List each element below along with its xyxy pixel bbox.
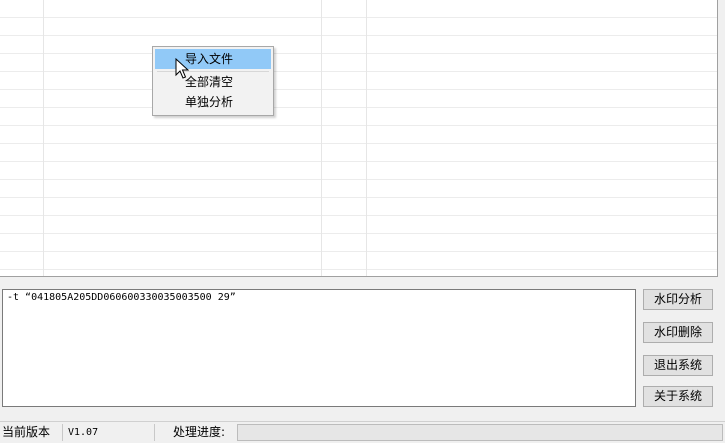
grid-edge: [718, 0, 725, 276]
grid-row[interactable]: [0, 180, 717, 198]
exit-system-button[interactable]: 退出系统: [643, 355, 713, 376]
menu-item-clear-all[interactable]: 全部清空: [155, 72, 271, 92]
watermark-delete-button[interactable]: 水印删除: [643, 322, 713, 343]
grid-row[interactable]: [0, 36, 717, 54]
grid-row[interactable]: [0, 0, 717, 18]
status-divider: [62, 424, 63, 441]
menu-item-import-file[interactable]: 导入文件: [155, 49, 271, 69]
about-system-button[interactable]: 关于系统: [643, 386, 713, 407]
grid-row[interactable]: [0, 216, 717, 234]
grid-column-divider: [43, 0, 44, 276]
grid-rows: [0, 0, 717, 276]
grid-column-divider: [366, 0, 367, 276]
grid-row[interactable]: [0, 90, 717, 108]
grid-row[interactable]: [0, 252, 717, 270]
menu-item-single-analyze[interactable]: 单独分析: [155, 92, 271, 112]
version-label: 当前版本: [2, 425, 51, 439]
context-menu: 导入文件 全部清空 单独分析: [152, 46, 274, 116]
grid-column-divider: [321, 0, 322, 276]
grid-row[interactable]: [0, 270, 717, 276]
app-window: 导入文件 全部清空 单独分析 -t “041805A205DD060600330…: [0, 0, 725, 443]
version-value: V1.07: [68, 427, 99, 438]
grid-row[interactable]: [0, 234, 717, 252]
grid-row[interactable]: [0, 144, 717, 162]
command-text-area[interactable]: -t “041805A205DD060600330035003500 29”: [2, 289, 636, 407]
progress-bar: [237, 424, 723, 441]
grid-row[interactable]: [0, 72, 717, 90]
grid-row[interactable]: [0, 162, 717, 180]
watermark-analyze-button[interactable]: 水印分析: [643, 289, 713, 310]
grid-row[interactable]: [0, 54, 717, 72]
grid-row[interactable]: [0, 126, 717, 144]
mouse-cursor-icon: [175, 58, 189, 79]
grid-row[interactable]: [0, 198, 717, 216]
grid-row[interactable]: [0, 108, 717, 126]
status-bar: 当前版本 V1.07 处理进度:: [0, 421, 725, 443]
data-grid[interactable]: [0, 0, 718, 277]
progress-label: 处理进度:: [173, 425, 226, 439]
status-divider: [154, 424, 155, 441]
grid-row[interactable]: [0, 18, 717, 36]
